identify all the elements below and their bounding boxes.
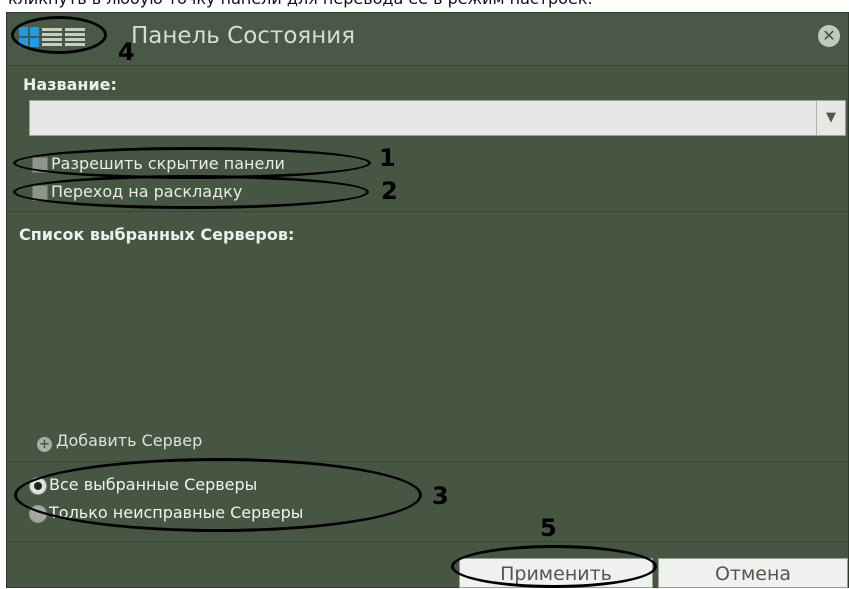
go-to-layout-label: Переход на раскладку xyxy=(51,182,243,201)
add-server-button[interactable]: + Добавить Сервер xyxy=(37,431,202,452)
servers-list-label: Список выбранных Серверов: xyxy=(19,225,295,244)
close-icon[interactable]: ✕ xyxy=(818,25,840,47)
panel-title: Панель Состояния xyxy=(131,23,356,49)
divider xyxy=(7,211,848,212)
all-servers-label: Все выбранные Серверы xyxy=(49,475,258,494)
grid-view-icon[interactable] xyxy=(19,27,39,47)
radio-button-checked[interactable] xyxy=(29,477,47,495)
divider xyxy=(7,541,848,542)
add-server-label: Добавить Сервер xyxy=(56,431,203,450)
annotation-number-3: 3 xyxy=(432,482,449,510)
radio-button-unchecked[interactable] xyxy=(29,505,47,523)
allow-hide-checkbox[interactable] xyxy=(32,157,48,173)
plus-icon: + xyxy=(37,437,52,452)
cancel-button[interactable]: Отмена xyxy=(658,558,848,588)
annotation-number-2: 2 xyxy=(381,177,398,205)
annotation-number-5: 5 xyxy=(540,514,557,542)
annotation-number-1: 1 xyxy=(379,144,396,172)
instruction-caption: кликнуть в любую точку панели для перево… xyxy=(8,0,593,8)
allow-hide-label: Разрешить скрытие панели xyxy=(51,154,285,173)
list-view-icon[interactable] xyxy=(42,27,62,47)
faulty-servers-label: Только неисправные Серверы xyxy=(49,503,304,522)
chevron-down-icon[interactable]: ▼ xyxy=(816,101,845,135)
go-to-layout-checkbox[interactable] xyxy=(32,185,48,201)
name-dropdown[interactable]: ▼ xyxy=(29,100,846,136)
name-label: Название: xyxy=(23,75,117,94)
annotation-number-4: 4 xyxy=(118,38,135,66)
detail-view-icon[interactable] xyxy=(65,27,85,47)
divider xyxy=(7,461,848,462)
status-panel-settings[interactable]: Панель Состояния ✕ Название: ▼ Разрешить… xyxy=(6,12,849,588)
apply-button[interactable]: Применить xyxy=(459,558,653,588)
